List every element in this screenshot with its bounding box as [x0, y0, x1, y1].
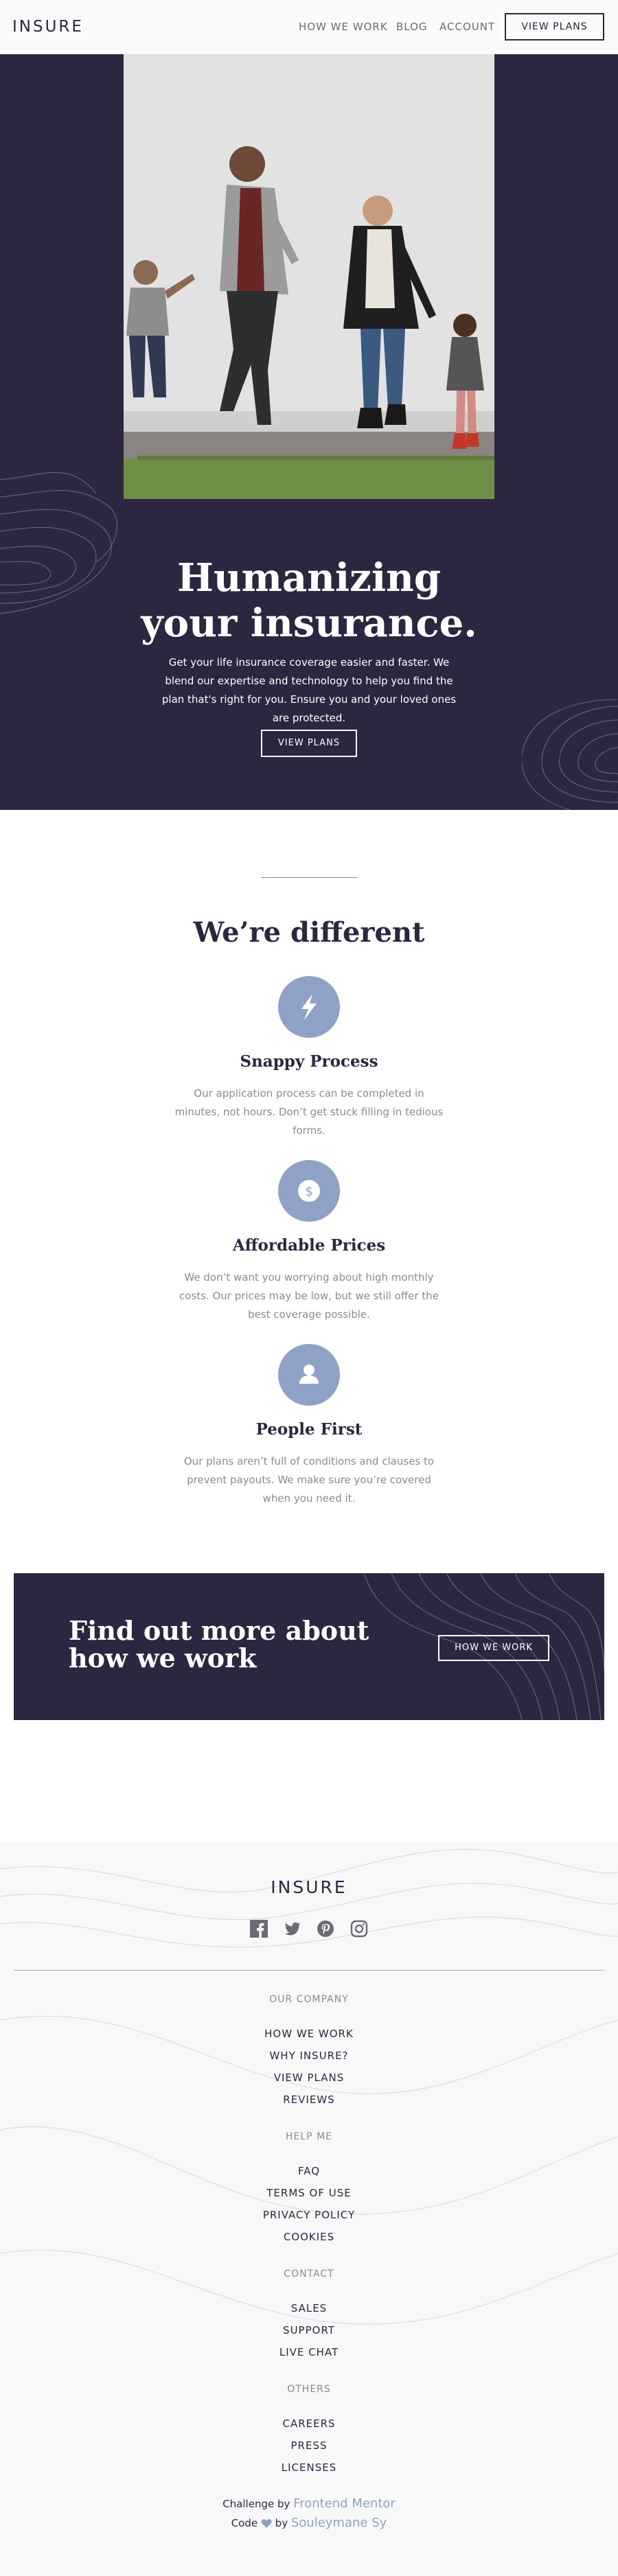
banner-title: Find out more about how we work	[69, 1615, 369, 1673]
footer-rule	[14, 1970, 604, 1971]
hero-pattern-right	[522, 699, 618, 810]
nav-blog[interactable]: BLOG	[396, 21, 428, 33]
view-plans-hero-button[interactable]: VIEW PLANS	[261, 730, 357, 757]
how-we-work-button[interactable]: HOW WE WORK	[438, 1635, 549, 1661]
twitter-icon[interactable]	[284, 1920, 301, 1938]
attribution-code-by: by	[275, 2517, 288, 2529]
nav-how-we-work[interactable]: HOW WE WORK	[299, 21, 388, 33]
footer-link-why-insure[interactable]: WHY INSURE?	[0, 2050, 618, 2062]
hero-section: Humanizing your insurance. Get your life…	[0, 54, 618, 810]
hero-title-line2: your insurance.	[141, 601, 477, 646]
attribution-code-prefix: Code	[231, 2517, 258, 2529]
footer-link-how-we-work[interactable]: HOW WE WORK	[0, 2028, 618, 2040]
footer-link-sales[interactable]: SALES	[0, 2302, 618, 2314]
footer-heading-contact: CONTACT	[284, 2268, 334, 2279]
facebook-icon[interactable]	[250, 1920, 268, 1938]
footer-heading-company: OUR COMPANY	[269, 1994, 349, 2005]
footer-heading-others: OTHERS	[287, 2384, 331, 2395]
hero-title-line1: Humanizing	[176, 555, 442, 601]
footer-link-terms[interactable]: TERMS OF USE	[0, 2187, 618, 2199]
feature-title-snappy: Snappy Process	[240, 1052, 378, 1071]
person-icon	[278, 1344, 340, 1406]
nav-account[interactable]: ACCOUNT	[439, 21, 495, 33]
footer-link-privacy[interactable]: PRIVACY POLICY	[0, 2209, 618, 2221]
hero-description: Get your life insurance coverage easier …	[161, 656, 457, 724]
dollar-icon: $	[278, 1160, 340, 1222]
footer-link-careers[interactable]: CAREERS	[0, 2417, 618, 2430]
footer-link-live-chat[interactable]: LIVE CHAT	[0, 2346, 618, 2358]
footer-link-reviews[interactable]: REVIEWS	[0, 2093, 618, 2106]
feature-text-affordable: We don’t want you worrying about high mo…	[179, 1271, 439, 1321]
family-illustration	[124, 54, 494, 499]
footer-link-press[interactable]: PRESS	[0, 2439, 618, 2452]
instagram-icon[interactable]	[350, 1920, 368, 1938]
hero-family-photo	[124, 54, 494, 499]
attribution-challenge-prefix: Challenge by	[222, 2498, 290, 2510]
footer-link-cookies[interactable]: COOKIES	[0, 2231, 618, 2243]
feature-title-affordable: Affordable Prices	[232, 1236, 386, 1255]
different-title: We’re different	[193, 916, 425, 949]
hero-title: Humanizing your insurance.	[0, 555, 618, 646]
logo[interactable]: INSURE	[12, 18, 84, 36]
footer-link-faq[interactable]: FAQ	[0, 2165, 618, 2177]
view-plans-header-button[interactable]: VIEW PLANS	[505, 13, 604, 40]
author-link[interactable]: Souleymane Sy	[291, 2516, 387, 2530]
frontend-mentor-link[interactable]: Frontend Mentor	[293, 2496, 396, 2511]
footer-logo[interactable]: INSURE	[0, 1877, 618, 1897]
site-header: INSURE HOW WE WORK BLOG ACCOUNT VIEW PLA…	[0, 0, 618, 54]
feature-text-people: Our plans aren’t full of conditions and …	[183, 1455, 435, 1505]
feature-text-snappy: Our application process can be completed…	[174, 1087, 444, 1137]
site-footer: INSURE OUR COMPANY HOW WE WORK WHY INSUR…	[0, 1842, 618, 2576]
svg-text:$: $	[305, 1184, 313, 1199]
attribution-code: Code by Souleymane Sy	[0, 2516, 618, 2530]
how-we-work-banner: Find out more about how we work HOW WE W…	[14, 1573, 604, 1720]
lightning-icon	[278, 976, 340, 1038]
footer-link-support[interactable]: SUPPORT	[0, 2324, 618, 2336]
footer-link-view-plans[interactable]: VIEW PLANS	[0, 2072, 618, 2084]
footer-pattern	[0, 1848, 618, 2325]
social-links	[250, 1920, 368, 1938]
feature-title-people: People First	[255, 1420, 363, 1439]
footer-link-licenses[interactable]: LICENSES	[0, 2461, 618, 2474]
pinterest-icon[interactable]	[317, 1920, 334, 1938]
heart-icon	[261, 2519, 272, 2528]
section-divider	[261, 877, 357, 878]
attribution-challenge: Challenge by Frontend Mentor	[0, 2496, 618, 2511]
footer-heading-help: HELP ME	[286, 2131, 332, 2142]
